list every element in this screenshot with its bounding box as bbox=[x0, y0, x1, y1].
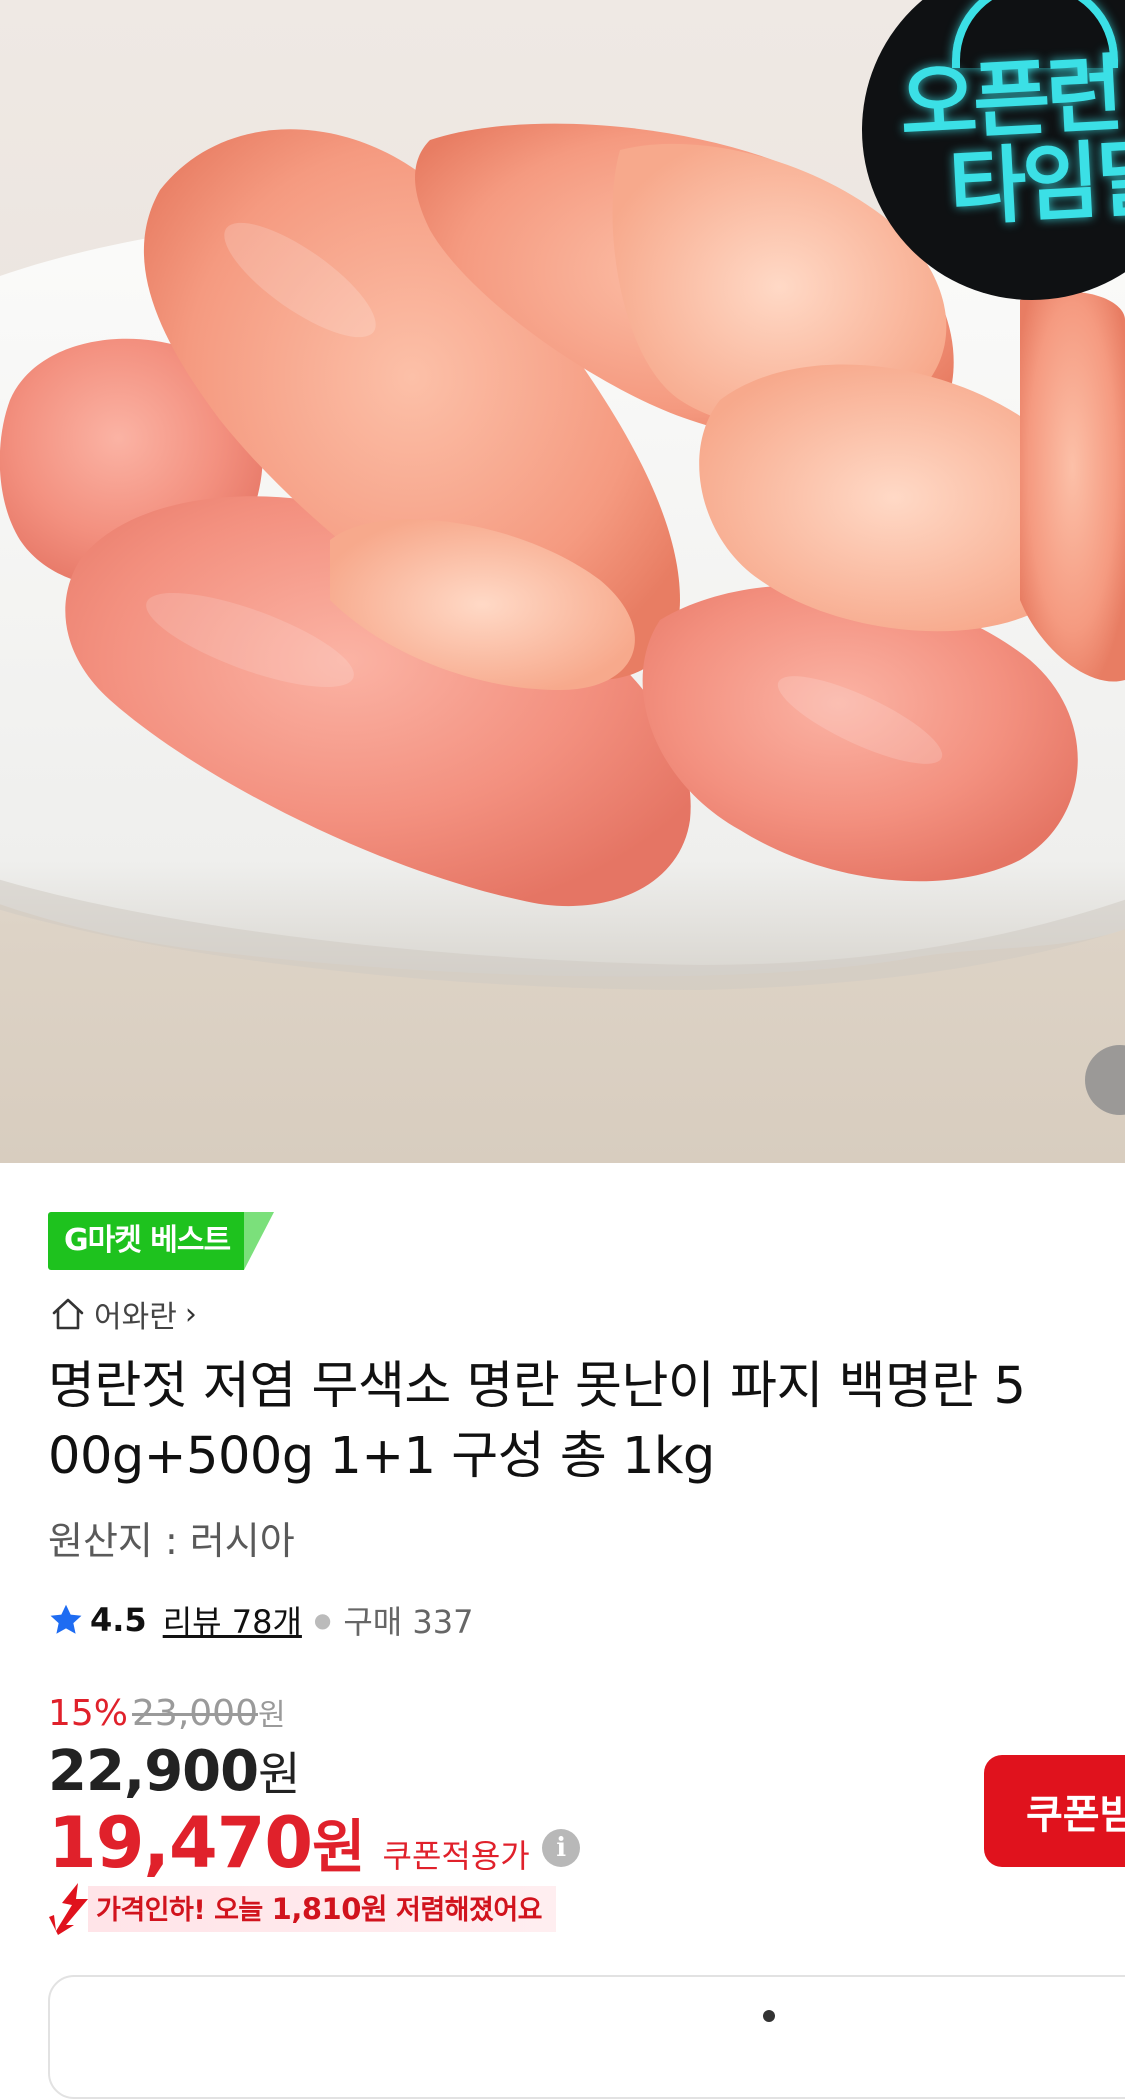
price-drop-banner: 가격인하! 오늘 1,810원 저렴해졌어요 bbox=[48, 1883, 557, 1935]
star-icon bbox=[50, 1604, 82, 1634]
best-badge-label: G마켓 베스트 bbox=[48, 1212, 245, 1270]
discount-row: 15% 23,000 원 bbox=[48, 1690, 286, 1734]
coupon-price: 19,470 원 쿠폰적용가 i bbox=[48, 1800, 580, 1884]
rating-score: 4.5 bbox=[90, 1601, 147, 1639]
chevron-right-icon: › bbox=[184, 1296, 197, 1332]
coupon-price-value: 19,470 bbox=[48, 1802, 313, 1884]
coupon-price-label: 쿠폰적용가 bbox=[382, 1837, 530, 1875]
coupon-price-unit: 원 bbox=[312, 1813, 365, 1881]
sale-price-value: 22,900 bbox=[48, 1739, 259, 1804]
sale-price-unit: 원 bbox=[258, 1747, 300, 1801]
product-title: 명란젓 저염 무색소 명란 못난이 파지 백명란 5 00g+500g 1+1 … bbox=[48, 1352, 1125, 1492]
seller-name: 어와란 bbox=[94, 1300, 177, 1335]
price-drop-prefix: 가격인하! 오늘 bbox=[96, 1895, 272, 1926]
review-count-link[interactable]: 리뷰 78개 bbox=[163, 1597, 302, 1643]
original-price: 23,000 bbox=[132, 1693, 258, 1734]
home-icon bbox=[52, 1298, 84, 1330]
original-price-unit: 원 bbox=[257, 1698, 286, 1733]
product-title-line-1: 명란젓 저염 무색소 명란 못난이 파지 백명란 5 bbox=[48, 1357, 1026, 1416]
info-icon[interactable]: i bbox=[541, 1829, 580, 1867]
gmarket-best-badge: G마켓 베스트 bbox=[48, 1212, 275, 1270]
price-drop-text: 가격인하! 오늘 1,810원 저렴해졌어요 bbox=[88, 1886, 557, 1932]
product-title-line-2: 00g+500g 1+1 구성 총 1kg bbox=[48, 1427, 715, 1486]
price-drop-suffix: 저렴해졌어요 bbox=[387, 1895, 543, 1926]
seller-link[interactable]: 어와란 › bbox=[48, 1292, 197, 1336]
coupon-button-label: 쿠폰받기 bbox=[1026, 1792, 1125, 1838]
best-badge-tail bbox=[244, 1212, 275, 1270]
rating-row: 4.5 리뷰 78개 ● 구매 337 bbox=[48, 1598, 474, 1642]
card-dot bbox=[763, 2010, 775, 2022]
coupon-download-button[interactable]: 쿠폰받기 bbox=[984, 1755, 1125, 1867]
price-drop-amount: 1,810원 bbox=[271, 1892, 388, 1926]
sale-price: 22,900원 bbox=[48, 1738, 300, 1804]
option-card[interactable] bbox=[48, 1975, 1125, 2099]
discount-percent: 15% bbox=[48, 1693, 129, 1734]
price-down-arrow-icon bbox=[49, 1883, 88, 1935]
origin-text: 원산지 : 러시아 bbox=[48, 1519, 295, 1563]
purchase-count: 구매 337 bbox=[343, 1603, 474, 1641]
separator-dot: ● bbox=[313, 1608, 332, 1632]
product-image[interactable]: 오픈런 타임딜 bbox=[0, 0, 1125, 1163]
